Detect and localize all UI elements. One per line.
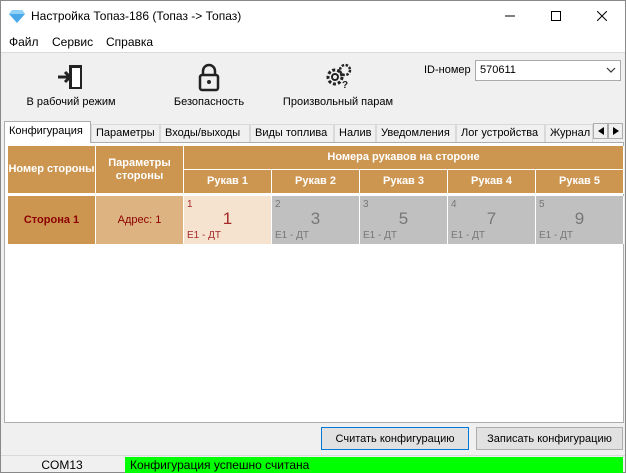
tab-configuration[interactable]: Конфигурация [4,121,91,143]
status-message: Конфигурация успешно считана [125,457,623,473]
tab-strip: Конфигурация Параметры Входы/выходы Виды… [1,121,625,143]
hose-number: 1 [222,209,233,228]
tab-journal[interactable]: Журнал [545,124,593,143]
id-number-value: 570611 [480,64,516,76]
security-label: Безопасность [173,96,245,108]
close-icon [597,11,607,21]
side-name-cell[interactable]: Сторона 1 [8,196,96,244]
id-number-label: ID-номер [424,64,471,76]
configuration-panel: Номер стороны Параметры стороны Номера р… [4,142,624,423]
title-bar: Настройка Топаз-186 (Топаз -> Топаз) [1,1,625,31]
work-mode-label: В рабочий режим [26,96,116,108]
col-side-number-header: Номер стороны [8,146,96,194]
side-address-cell[interactable]: Адрес: 1 [96,196,184,244]
exit-door-icon [58,65,82,89]
lock-icon [198,63,220,92]
window-title: Настройка Топаз-186 (Топаз -> Топаз) [31,9,242,23]
hose-group-header: Номера рукавов на стороне [184,146,624,170]
svg-text:?: ? [342,80,348,91]
arrow-right-icon [612,127,619,135]
minimize-icon [505,15,515,17]
hose-number: 5 [398,209,409,228]
hose-fuel: E1 - ДТ [275,230,309,241]
work-mode-button[interactable]: В рабочий режим [23,53,119,119]
hose-fuel: E1 - ДТ [539,230,573,241]
hose-number: 9 [574,209,585,228]
tab-parameters[interactable]: Параметры [91,124,160,143]
id-number-select[interactable]: 570611 [475,60,621,81]
com-port-label: COM13 [41,458,83,472]
chevron-down-icon [606,67,616,73]
menu-help[interactable]: Справка [106,35,153,49]
security-button[interactable]: Безопасность [166,53,252,119]
arrow-left-icon [597,127,604,135]
hose-header-5: Рукав 5 [536,170,624,194]
hose-cell[interactable]: 1 1 E1 - ДТ [184,196,272,244]
hose-cell[interactable]: 5 9 E1 - ДТ [536,196,624,244]
tab-fuel-types[interactable]: Виды топлива [250,124,334,143]
maximize-button[interactable] [533,1,579,31]
status-bar: COM13 Конфигурация успешно считана [1,455,625,473]
hose-cell[interactable]: 2 3 E1 - ДТ [272,196,360,244]
tab-notifications[interactable]: Уведомления [376,124,456,143]
diamond-icon [9,10,25,23]
tab-scroll-right-button[interactable] [608,123,623,139]
close-button[interactable] [579,1,625,31]
menu-bar: Файл Сервис Справка [1,31,625,52]
tab-device-log[interactable]: Лог устройства [456,124,545,143]
hose-header-3: Рукав 3 [360,170,448,194]
menu-service[interactable]: Сервис [52,35,93,49]
hose-number: 3 [310,209,321,228]
app-window: Настройка Топаз-186 (Топаз -> Топаз) Фай… [0,0,626,473]
gears-icon: ? [326,63,352,91]
hose-header-4: Рукав 4 [448,170,536,194]
hose-fuel: E1 - ДТ [187,230,221,241]
hose-fuel: E1 - ДТ [451,230,485,241]
custom-param-label: Произвольный парам [282,96,394,108]
custom-param-button[interactable]: ? Произвольный парам [282,53,394,119]
hose-cell[interactable]: 3 5 E1 - ДТ [360,196,448,244]
hose-cell[interactable]: 4 7 E1 - ДТ [448,196,536,244]
hose-header-1: Рукав 1 [184,170,272,194]
toolbar: В рабочий режим Безопасность ? Произволь… [1,52,625,118]
hose-fuel: E1 - ДТ [363,230,397,241]
read-config-button[interactable]: Считать конфигурацию [321,427,469,450]
col-side-params-header: Параметры стороны [96,146,184,194]
menu-file[interactable]: Файл [9,35,39,49]
hose-number: 7 [486,209,497,228]
minimize-button[interactable] [487,1,533,31]
tab-io[interactable]: Входы/выходы [160,124,250,143]
write-config-button[interactable]: Записать конфигурацию [476,427,623,450]
tab-scroll-left-button[interactable] [593,123,608,139]
hose-header-2: Рукав 2 [272,170,360,194]
maximize-icon [551,11,561,21]
tab-filling[interactable]: Налив [334,124,376,143]
